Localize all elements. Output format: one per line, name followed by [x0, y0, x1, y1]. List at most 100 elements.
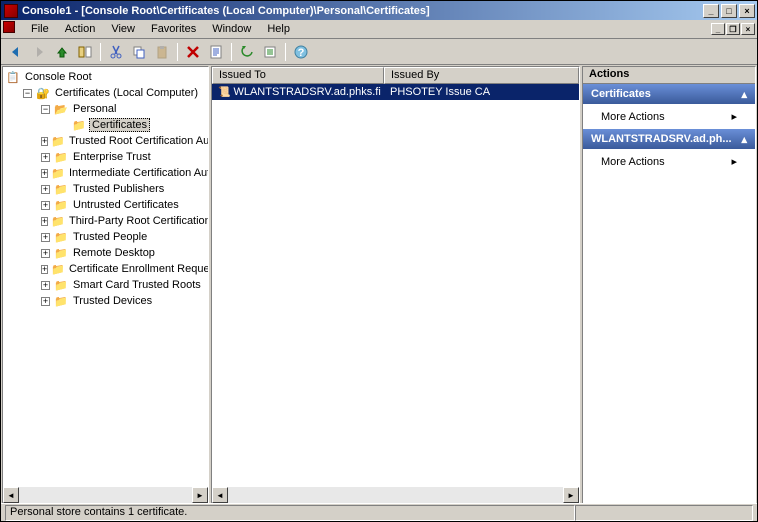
folder-icon [53, 229, 69, 245]
list-header: Issued To Issued By [212, 67, 579, 84]
actions-title: Actions [583, 67, 755, 84]
tree-node-intermediate[interactable]: + Intermediate Certification Authorities [41, 165, 206, 181]
folder-open-icon [53, 101, 69, 117]
tree-node-trusted-devices[interactable]: + Trusted Devices [41, 293, 206, 309]
tree-node-console-root[interactable]: Console Root [5, 69, 206, 85]
actions-section-certificates[interactable]: Certificates ▴ [583, 84, 755, 104]
expand-icon[interactable]: + [41, 265, 48, 274]
mdi-minimize-button[interactable]: _ [711, 23, 725, 35]
content-area: Console Root − Certificates (Local Compu… [1, 65, 757, 505]
toolbar-separator [285, 43, 286, 61]
actions-more-certificates[interactable]: More Actions ▸ [583, 104, 755, 129]
scroll-right-button[interactable]: ► [192, 487, 208, 503]
collapse-icon[interactable]: − [41, 105, 50, 114]
menu-file[interactable]: File [23, 21, 57, 37]
menu-favorites[interactable]: Favorites [143, 21, 204, 37]
tree-label-selected: Certificates [89, 118, 150, 132]
menu-action[interactable]: Action [57, 21, 104, 37]
actions-section-label: Certificates [591, 88, 651, 100]
folder-icon [51, 165, 65, 181]
paste-button [151, 41, 173, 63]
title-bar: Console1 - [Console Root\Certificates (L… [1, 1, 757, 20]
tree-label: Personal [71, 103, 118, 115]
tree-node-cert-local[interactable]: − Certificates (Local Computer) [23, 85, 206, 101]
tree-label: Console Root [23, 71, 94, 83]
expand-icon[interactable]: + [41, 233, 50, 242]
expand-icon[interactable]: + [41, 281, 50, 290]
toolbar-separator [231, 43, 232, 61]
cert-store-icon [35, 85, 51, 101]
tree-node-trusted-people[interactable]: + Trusted People [41, 229, 206, 245]
cell-issued-by: PHSOTEY Issue CA [390, 86, 490, 98]
column-header-issued-by[interactable]: Issued By [384, 67, 579, 84]
tree-node-trusted-publishers[interactable]: + Trusted Publishers [41, 181, 206, 197]
back-button[interactable] [5, 41, 27, 63]
tree-label: Untrusted Certificates [71, 199, 181, 211]
show-hide-tree-button[interactable] [74, 41, 96, 63]
mdi-close-button[interactable]: × [741, 23, 755, 35]
menu-view[interactable]: View [103, 21, 143, 37]
scroll-track[interactable] [19, 487, 192, 503]
scroll-left-button[interactable]: ◄ [3, 487, 19, 503]
menu-window[interactable]: Window [204, 21, 259, 37]
svg-text:?: ? [298, 47, 305, 59]
scroll-left-button[interactable]: ◄ [212, 487, 228, 503]
toolbar-separator [100, 43, 101, 61]
cell-issued-to: WLANTSTRADSRV.ad.phks.fi [233, 86, 380, 98]
tree-node-enterprise-trust[interactable]: + Enterprise Trust [41, 149, 206, 165]
expand-icon[interactable]: + [41, 249, 50, 258]
tree-label: Certificates (Local Computer) [53, 87, 200, 99]
tree-horizontal-scrollbar[interactable]: ◄ ► [3, 487, 208, 503]
copy-button[interactable] [128, 41, 150, 63]
expand-icon[interactable]: + [41, 201, 50, 210]
folder-icon [51, 261, 65, 277]
submenu-arrow-icon: ▸ [731, 110, 737, 123]
expand-icon[interactable]: + [41, 137, 48, 146]
console-root-icon [5, 69, 21, 85]
folder-icon [71, 117, 87, 133]
tree-node-certificates[interactable]: Certificates [59, 117, 206, 133]
tree-node-third-party[interactable]: + Third-Party Root Certification Authori… [41, 213, 206, 229]
help-button[interactable]: ? [290, 41, 312, 63]
delete-button[interactable] [182, 41, 204, 63]
expand-icon[interactable]: + [41, 153, 50, 162]
folder-icon [51, 213, 65, 229]
tree-node-personal[interactable]: − Personal [41, 101, 206, 117]
tree-node-untrusted[interactable]: + Untrusted Certificates [41, 197, 206, 213]
list-body: WLANTSTRADSRV.ad.phks.fi PHSOTEY Issue C… [212, 84, 579, 487]
forward-button [28, 41, 50, 63]
collapse-icon[interactable]: − [23, 89, 32, 98]
window-title: Console1 - [Console Root\Certificates (L… [22, 5, 703, 17]
list-row[interactable]: WLANTSTRADSRV.ad.phks.fi PHSOTEY Issue C… [212, 84, 579, 100]
tree-node-trusted-root[interactable]: + Trusted Root Certification Authorities [41, 133, 206, 149]
expand-icon[interactable]: + [41, 169, 48, 178]
status-text: Personal store contains 1 certificate. [5, 505, 575, 521]
expand-icon[interactable]: + [41, 185, 50, 194]
tree-node-cert-enrollment[interactable]: + Certificate Enrollment Requests [41, 261, 206, 277]
cut-button[interactable] [105, 41, 127, 63]
export-list-button[interactable] [259, 41, 281, 63]
mdi-restore-button[interactable]: ❐ [726, 23, 740, 35]
folder-icon [53, 149, 69, 165]
list-horizontal-scrollbar[interactable]: ◄ ► [212, 487, 579, 503]
expand-icon[interactable]: + [41, 217, 48, 226]
tree-node-remote-desktop[interactable]: + Remote Desktop [41, 245, 206, 261]
folder-icon [53, 293, 69, 309]
up-button[interactable] [51, 41, 73, 63]
tree-label: Trusted Devices [71, 295, 154, 307]
submenu-arrow-icon: ▸ [731, 155, 737, 168]
actions-section-selected-cert[interactable]: WLANTSTRADSRV.ad.ph... ▴ [583, 129, 755, 149]
scroll-track[interactable] [228, 487, 563, 503]
close-button[interactable]: × [739, 4, 755, 18]
actions-more-selected-cert[interactable]: More Actions ▸ [583, 149, 755, 174]
toolbar-separator [177, 43, 178, 61]
refresh-button[interactable] [236, 41, 258, 63]
minimize-button[interactable]: _ [703, 4, 719, 18]
expand-icon[interactable]: + [41, 297, 50, 306]
tree-node-smart-card[interactable]: + Smart Card Trusted Roots [41, 277, 206, 293]
column-header-issued-to[interactable]: Issued To [212, 67, 384, 84]
maximize-button[interactable]: □ [721, 4, 737, 18]
scroll-right-button[interactable]: ► [563, 487, 579, 503]
menu-help[interactable]: Help [259, 21, 298, 37]
properties-button[interactable] [205, 41, 227, 63]
